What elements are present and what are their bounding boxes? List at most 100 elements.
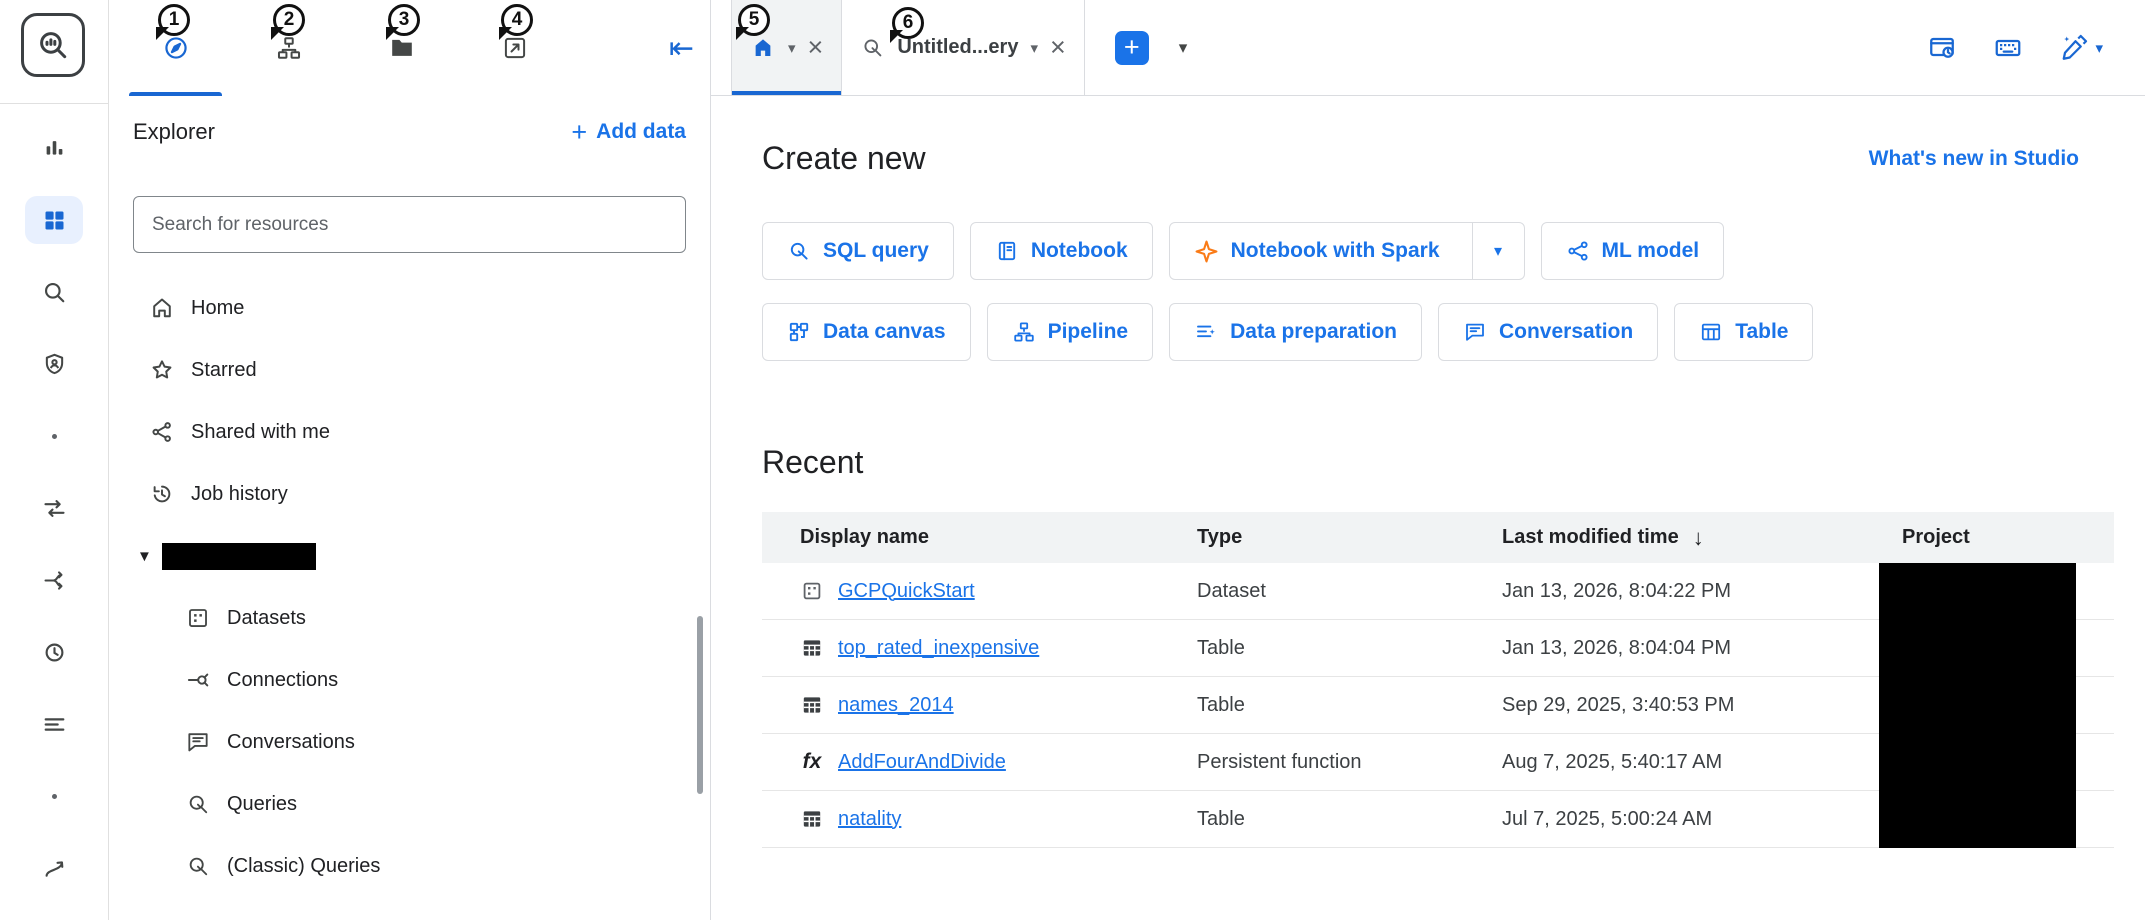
tab-strip-actions: ▾: [1927, 0, 2145, 95]
chevron-down-icon[interactable]: ▾: [2095, 39, 2103, 57]
chevron-down-icon[interactable]: ▾: [788, 39, 796, 57]
lines-sparkle-icon: [1194, 320, 1218, 344]
close-tab-icon[interactable]: ×: [1050, 34, 1066, 61]
rail-item-partner[interactable]: [0, 832, 108, 904]
sql-query-button[interactable]: SQL query: [762, 222, 954, 280]
row-link[interactable]: names_2014: [838, 694, 954, 717]
lines-icon: [41, 711, 68, 738]
rail-divider: [0, 103, 108, 104]
shield-person-icon: [41, 351, 68, 378]
notebook-spark-main[interactable]: Notebook with Spark: [1170, 223, 1460, 279]
button-label: Conversation: [1499, 320, 1633, 344]
explorer-scrollbar[interactable]: [697, 616, 703, 794]
table-icon: [800, 807, 824, 831]
redacted-project-column: [1879, 563, 2076, 848]
rail-item-search[interactable]: [0, 256, 108, 328]
header-last-modified[interactable]: Last modified time ↓: [1502, 525, 1902, 551]
annotation-badge-3: 3: [388, 4, 420, 36]
data-preparation-button[interactable]: Data preparation: [1169, 303, 1422, 361]
annotation-badge-6: 6: [892, 7, 924, 39]
new-tab-menu-caret-icon[interactable]: ▾: [1179, 38, 1188, 58]
row-modified: Jan 13, 2026, 8:04:22 PM: [1502, 580, 1902, 603]
new-tab-button[interactable]: +: [1115, 31, 1149, 65]
add-data-button[interactable]: + Add data: [571, 119, 686, 146]
ml-model-button[interactable]: ML model: [1541, 222, 1725, 280]
annotation-badge-2: 2: [273, 4, 305, 36]
plus-icon: +: [571, 119, 587, 146]
whats-new-link[interactable]: What's new in Studio: [1869, 147, 2079, 171]
explorer-tree: Home Starred Shared with me Job history …: [109, 277, 710, 897]
bigquery-logo[interactable]: [21, 13, 85, 77]
header-display-name: Display name: [762, 526, 1197, 549]
console-schedule-button[interactable]: [1927, 33, 1957, 63]
gemini-assist-button[interactable]: ▾: [2059, 33, 2103, 63]
keyboard-shortcuts-button[interactable]: [1993, 33, 2023, 63]
rail-item-separator-2: [0, 760, 108, 832]
data-canvas-button[interactable]: Data canvas: [762, 303, 971, 361]
notebook-spark-caret[interactable]: ▾: [1472, 223, 1524, 279]
tree-item-starred[interactable]: Starred: [109, 339, 710, 401]
notebook-button[interactable]: Notebook: [970, 222, 1153, 280]
tree-item-label: Conversations: [227, 731, 355, 754]
table-icon: [800, 693, 824, 717]
tree-item-shared-with-me[interactable]: Shared with me: [109, 401, 710, 463]
pipeline-button[interactable]: Pipeline: [987, 303, 1154, 361]
rail-item-capacity[interactable]: [0, 688, 108, 760]
row-link[interactable]: GCPQuickStart: [838, 580, 975, 603]
collapse-panel-button[interactable]: ⇤: [669, 0, 694, 96]
tree-item-classic-queries[interactable]: (Classic) Queries: [109, 835, 710, 897]
search-resources-input[interactable]: [152, 214, 667, 236]
rail-item-migration[interactable]: [0, 544, 108, 616]
connection-icon: [185, 667, 211, 693]
tree-item-home[interactable]: Home: [109, 277, 710, 339]
row-link[interactable]: AddFourAndDivide: [838, 751, 1006, 774]
chevron-down-icon[interactable]: ▼: [137, 549, 152, 564]
transfer-arrows-icon: [41, 495, 68, 522]
query-magnifier-icon: [860, 35, 885, 60]
rail-item-scheduling[interactable]: [0, 616, 108, 688]
row-modified: Aug 7, 2025, 5:40:17 AM: [1502, 751, 1902, 774]
query-magnifier-icon: [185, 791, 211, 817]
rail-item-governance[interactable]: [0, 328, 108, 400]
tree-item-queries[interactable]: Queries: [109, 773, 710, 835]
create-new-title: Create new: [762, 140, 926, 177]
notebook-with-spark-button[interactable]: Notebook with Spark ▾: [1169, 222, 1525, 280]
button-label: SQL query: [823, 239, 929, 263]
tree-item-conversations[interactable]: Conversations: [109, 711, 710, 773]
pipeline-tree-icon: [1012, 320, 1036, 344]
chat-icon: [1463, 320, 1487, 344]
query-magnifier-icon: [787, 239, 811, 263]
row-link[interactable]: natality: [838, 808, 901, 831]
sort-desc-icon[interactable]: ↓: [1693, 525, 1704, 551]
star-icon: [149, 357, 175, 383]
create-new-header: Create new What's new in Studio: [762, 140, 2079, 177]
chevron-down-icon[interactable]: ▾: [1030, 39, 1038, 57]
tree-item-connections[interactable]: Connections: [109, 649, 710, 711]
table-icon: [800, 636, 824, 660]
recent-table: Display name Type Last modified time ↓ P…: [762, 512, 2114, 848]
notebook-icon: [995, 239, 1019, 263]
tree-item-job-history[interactable]: Job history: [109, 463, 710, 525]
row-modified: Jan 13, 2026, 8:04:04 PM: [1502, 637, 1902, 660]
explorer-header: Explorer + Add data: [133, 106, 686, 158]
spark-star-icon: [1194, 239, 1219, 264]
tab-untitled-query[interactable]: Untitled...ery ▾ ×: [842, 0, 1084, 95]
tree-item-label: Job history: [191, 483, 288, 506]
close-tab-icon[interactable]: ×: [808, 34, 824, 61]
row-type: Persistent function: [1197, 751, 1502, 774]
rail-item-analysis[interactable]: [0, 112, 108, 184]
conversation-button[interactable]: Conversation: [1438, 303, 1658, 361]
canvas-flow-icon: [787, 320, 811, 344]
clock-icon: [41, 639, 68, 666]
rail-item-data-transfer[interactable]: [0, 472, 108, 544]
row-modified: Sep 29, 2025, 3:40:53 PM: [1502, 694, 1902, 717]
tree-item-datasets[interactable]: Datasets: [109, 587, 710, 649]
table-button[interactable]: Table: [1674, 303, 1813, 361]
tree-item-project[interactable]: ▼: [109, 525, 710, 587]
row-link[interactable]: top_rated_inexpensive: [838, 637, 1039, 660]
tree-item-label: Starred: [191, 359, 257, 382]
button-label: Notebook with Spark: [1231, 239, 1440, 263]
rail-item-workspace[interactable]: [0, 184, 108, 256]
recent-table-header: Display name Type Last modified time ↓ P…: [762, 512, 2114, 563]
main-area: ▾ × Untitled...ery ▾ × + ▾ ▾: [711, 0, 2145, 920]
